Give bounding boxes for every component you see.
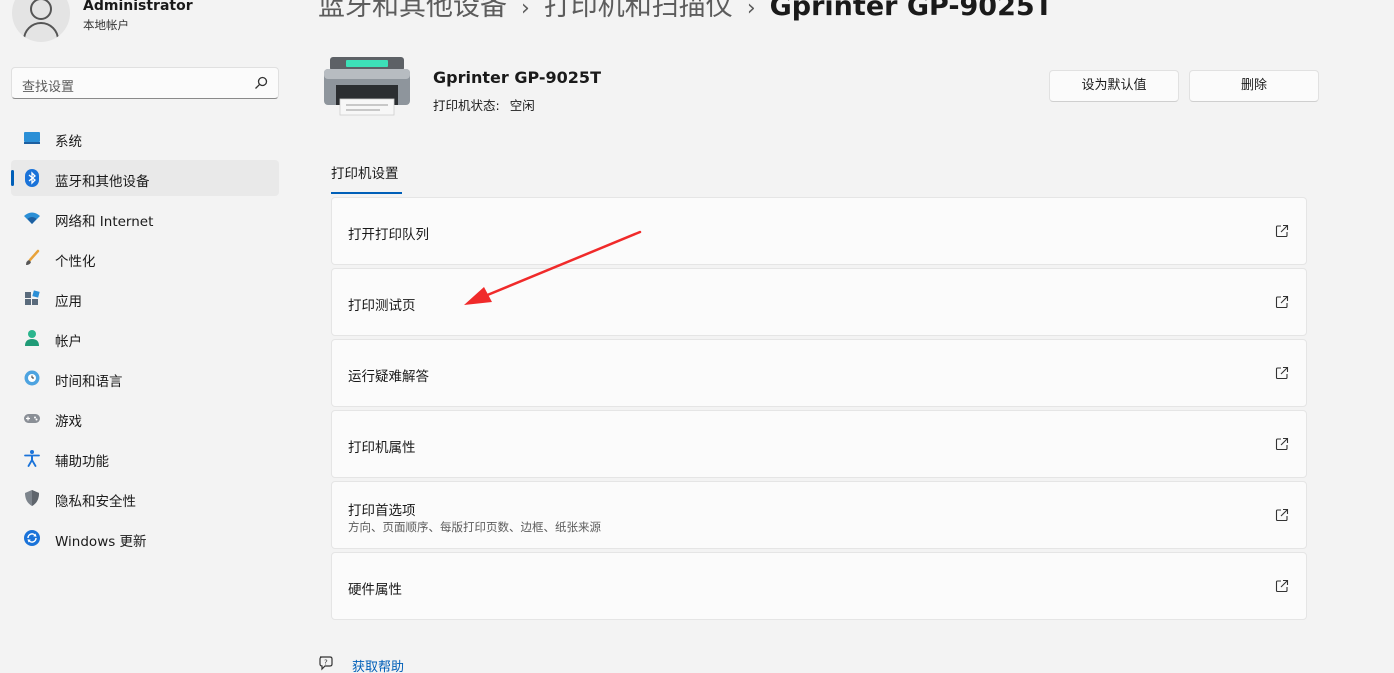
card-title: 打印首选项: [348, 503, 416, 519]
sidebar-item-apps[interactable]: 应用: [11, 280, 279, 316]
printer-icon: [324, 57, 410, 116]
external-link-icon: [1275, 579, 1289, 593]
bluetooth-icon: [25, 169, 39, 187]
sidebar-item-label: 帐户: [55, 334, 82, 350]
sidebar-item-windows-update[interactable]: Windows 更新: [11, 520, 279, 556]
chevron-right-icon: ›: [521, 0, 530, 21]
sidebar-item-label: 辅助功能: [55, 454, 109, 470]
sidebar-item-label: 隐私和安全性: [55, 494, 136, 510]
open-print-queue-item[interactable]: 打开打印队列: [331, 197, 1307, 265]
tab-underline: [331, 192, 402, 194]
sidebar-item-label: Windows 更新: [55, 534, 147, 550]
system-display-icon: [24, 132, 40, 144]
sidebar-item-label: 时间和语言: [55, 374, 123, 390]
help-chat-icon: ?: [319, 656, 333, 671]
run-troubleshooter-item[interactable]: 运行疑难解答: [331, 339, 1307, 407]
printing-preferences-item[interactable]: 打印首选项 方向、页面顺序、每版打印页数、边框、纸张来源: [331, 481, 1307, 549]
printer-status-label: 打印机状态:: [433, 98, 500, 113]
apps-icon: [25, 290, 40, 305]
sidebar-item-gaming[interactable]: 游戏: [11, 400, 279, 436]
card-title: 打印机属性: [348, 440, 416, 456]
printer-status: 打印机状态: 空闲: [433, 95, 535, 114]
sidebar-nav: 系统 蓝牙和其他设备 网络和 Internet 个性化 应用 帐户 时间和语言 …: [11, 120, 279, 560]
chevron-right-icon: ›: [746, 0, 756, 21]
account-icon: [25, 330, 39, 346]
sidebar-item-time-language[interactable]: 时间和语言: [11, 360, 279, 396]
sidebar-item-label: 应用: [55, 294, 82, 310]
globe-clock-icon: [24, 370, 40, 386]
update-icon: [24, 530, 40, 546]
card-title: 打印测试页: [348, 298, 416, 314]
sidebar-item-label: 网络和 Internet: [55, 214, 154, 230]
printer-name: Gprinter GP-9025T: [433, 68, 601, 87]
gamepad-icon: [24, 414, 40, 423]
hardware-properties-item[interactable]: 硬件属性: [331, 552, 1307, 620]
sidebar-item-accessibility[interactable]: 辅助功能: [11, 440, 279, 476]
card-title: 硬件属性: [348, 582, 402, 598]
svg-text:?: ?: [324, 659, 328, 667]
avatar[interactable]: [12, 0, 70, 42]
search-placeholder: 查找设置: [22, 80, 75, 95]
printer-status-value: 空闲: [509, 98, 535, 113]
sidebar-item-network[interactable]: 网络和 Internet: [11, 200, 279, 236]
accessibility-icon: [24, 450, 40, 467]
sidebar-item-personalization[interactable]: 个性化: [11, 240, 279, 276]
sidebar: Administrator 本地帐户 查找设置 系统 蓝牙和其他设备 网络和 I…: [0, 0, 290, 673]
brush-icon: [26, 249, 40, 265]
print-test-page-item[interactable]: 打印测试页: [331, 268, 1307, 336]
external-link-icon: [1275, 508, 1289, 522]
search-icon: [255, 76, 268, 89]
sidebar-item-system[interactable]: 系统: [11, 120, 279, 156]
tab-printer-settings[interactable]: 打印机设置: [331, 162, 399, 182]
delete-button[interactable]: 删除: [1189, 70, 1319, 102]
shield-icon: [25, 490, 39, 506]
external-link-icon: [1275, 295, 1289, 309]
breadcrumb-item-bluetooth[interactable]: 蓝牙和其他设备: [318, 0, 507, 22]
search-input[interactable]: 查找设置: [11, 67, 279, 99]
get-help-label: 获取帮助: [352, 660, 405, 673]
sidebar-item-label: 蓝牙和其他设备: [55, 174, 150, 190]
user-account-type: 本地帐户: [83, 18, 129, 32]
card-title: 打开打印队列: [348, 227, 429, 243]
set-default-button[interactable]: 设为默认值: [1049, 70, 1179, 102]
breadcrumb: 蓝牙和其他设备 › 打印机和扫描仪 › Gprinter GP-9025T: [318, 0, 1053, 24]
external-link-icon: [1275, 437, 1289, 451]
sidebar-item-bluetooth-devices[interactable]: 蓝牙和其他设备: [11, 160, 279, 196]
sidebar-item-accounts[interactable]: 帐户: [11, 320, 279, 356]
external-link-icon: [1275, 224, 1289, 238]
sidebar-item-label: 个性化: [55, 254, 96, 270]
sidebar-item-label: 游戏: [55, 414, 82, 430]
user-name: Administrator: [83, 0, 193, 14]
wifi-icon: [24, 212, 40, 224]
page-title: Gprinter GP-9025T: [769, 0, 1054, 22]
card-title: 运行疑难解答: [348, 369, 429, 385]
printer-properties-item[interactable]: 打印机属性: [331, 410, 1307, 478]
sidebar-item-privacy[interactable]: 隐私和安全性: [11, 480, 279, 516]
sidebar-item-label: 系统: [55, 134, 82, 150]
settings-list: 打开打印队列 打印测试页 运行疑难解答 打印机属性 打印首选项 方向、页面顺序、…: [331, 197, 1307, 623]
breadcrumb-item-printers[interactable]: 打印机和扫描仪: [544, 0, 733, 22]
external-link-icon: [1275, 366, 1289, 380]
card-subtitle: 方向、页面顺序、每版打印页数、边框、纸张来源: [348, 520, 601, 534]
